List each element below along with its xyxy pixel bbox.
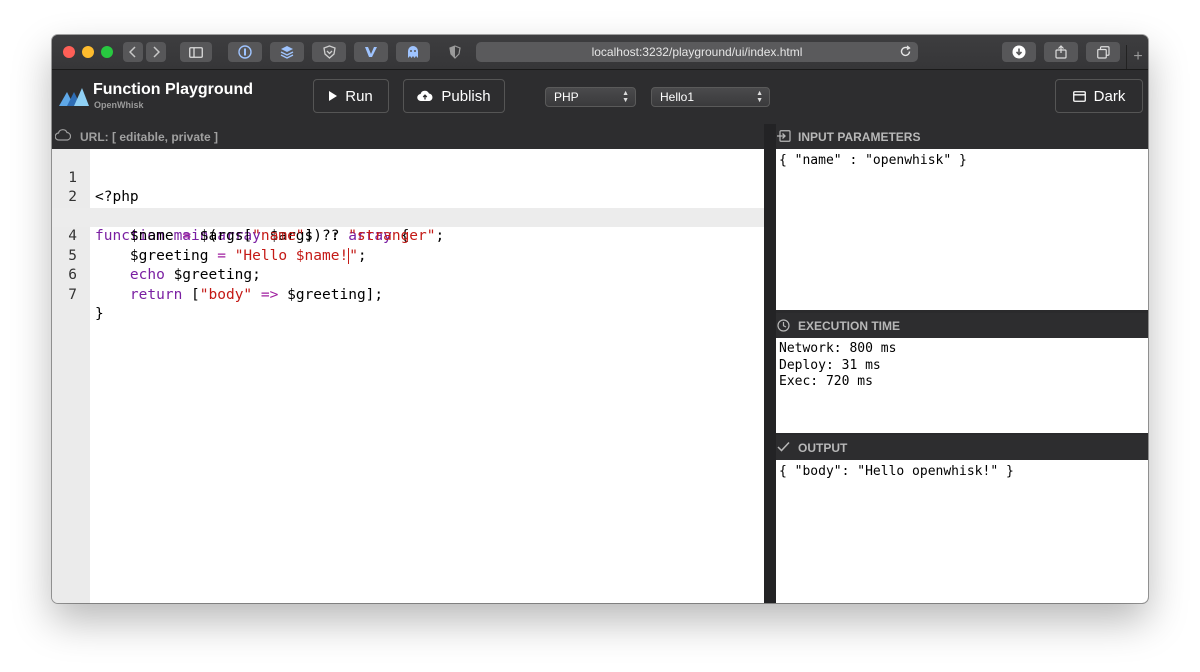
example-select[interactable]: Hello1 ▲ ▼ [651, 87, 770, 107]
network-time: Network: 800 ms [779, 341, 897, 356]
half-shield-icon [449, 45, 461, 59]
ghost-icon [408, 46, 418, 58]
code-line[interactable]: 6 return ["body" => $greeting]; [52, 247, 764, 303]
tab-overview-button[interactable] [1086, 42, 1120, 62]
theme-toggle-button[interactable]: Dark [1055, 79, 1143, 113]
run-label: Run [345, 87, 373, 105]
code-line-active[interactable]: 4 $greeting = "Hello $name!"; [52, 207, 764, 264]
cloud-upload-icon [417, 90, 433, 102]
ghostery-extension-button[interactable] [396, 42, 430, 62]
window-icon [1072, 90, 1086, 102]
line-number: 7 [68, 286, 77, 303]
code-line[interactable]: 2 ▾ function main(array $args) : array { [52, 169, 764, 244]
forward-button[interactable] [146, 42, 166, 62]
sidebar-icon [189, 46, 203, 58]
select-arrows-icon: ▲ ▼ [756, 90, 763, 104]
back-button[interactable] [123, 42, 143, 62]
output-value: { "body": "Hello openwhisk!" } [779, 464, 1014, 479]
new-tab-button[interactable]: + [1126, 45, 1148, 69]
execution-time-title: EXECUTION TIME [798, 319, 901, 333]
example-select-value: Hello1 [660, 90, 695, 104]
share-icon [1055, 45, 1067, 59]
clock-icon [777, 319, 790, 332]
url-label[interactable]: URL: [ editable, private ] [80, 130, 218, 144]
code-line[interactable]: 5 echo $greeting; [52, 227, 764, 284]
input-arrow-icon [777, 130, 791, 142]
layers-icon [280, 46, 294, 59]
output-title: OUTPUT [798, 441, 848, 455]
code-line[interactable]: 3 $name = $args["name"] ?? "stranger"; [52, 188, 764, 245]
reload-icon[interactable] [899, 45, 912, 58]
password-extension-button[interactable] [228, 42, 262, 62]
privacy-button[interactable] [438, 42, 472, 62]
app-header: Function Playground OpenWhisk Run Publis… [52, 70, 1148, 124]
vue-extension-button[interactable] [354, 42, 388, 62]
code-line[interactable]: 7 } [52, 266, 764, 323]
output-panel: { "body": "Hello openwhisk!" } [776, 460, 1148, 603]
browser-window: localhost:3232/playground/ui/index.html … [52, 35, 1148, 603]
address-bar[interactable]: localhost:3232/playground/ui/index.html [476, 42, 918, 62]
play-icon [329, 91, 338, 101]
code-text: return ["body" => $greeting]; [129, 286, 384, 303]
address-url: localhost:3232/playground/ui/index.html [591, 45, 803, 59]
close-window-button[interactable] [63, 46, 75, 58]
code-editor[interactable]: 1 <?php 2 ▾ function main(array $args) :… [52, 149, 764, 603]
downloads-button[interactable] [1002, 42, 1036, 62]
app-subtitle: OpenWhisk [94, 100, 144, 110]
language-select-value: PHP [554, 90, 579, 104]
run-button[interactable]: Run [313, 79, 389, 113]
chevron-right-icon [153, 46, 160, 58]
zoom-window-button[interactable] [101, 46, 113, 58]
pane-splitter[interactable] [764, 124, 776, 603]
execution-time-panel: Network: 800 ms Deploy: 31 ms Exec: 720 … [776, 338, 1148, 433]
publish-button[interactable]: Publish [403, 79, 505, 113]
shield-extension-button[interactable] [312, 42, 346, 62]
password-manager-icon [238, 45, 252, 59]
cloud-icon [55, 129, 71, 141]
shield-icon [322, 45, 336, 59]
exec-time: Exec: 720 ms [779, 374, 873, 389]
language-select[interactable]: PHP ▲ ▼ [545, 87, 636, 107]
v-logo-icon [365, 47, 377, 57]
checkmark-icon [777, 441, 790, 452]
layers-extension-button[interactable] [270, 42, 304, 62]
theme-label: Dark [1093, 87, 1126, 105]
select-arrows-icon: ▲ ▼ [622, 90, 629, 104]
deploy-time: Deploy: 31 ms [779, 357, 881, 373]
openwhisk-logo-icon [59, 88, 89, 106]
code-line[interactable]: 1 <?php [52, 149, 764, 206]
output-header: OUTPUT [776, 435, 1148, 460]
input-parameters-editor[interactable]: { "name" : "openwhisk" } [776, 149, 1148, 310]
input-parameters-title: INPUT PARAMETERS [798, 130, 921, 144]
code-text: } [95, 306, 104, 322]
tabs-icon [1096, 45, 1110, 59]
share-button[interactable] [1044, 42, 1078, 62]
execution-time-header: EXECUTION TIME [776, 313, 1148, 338]
chevron-left-icon [129, 46, 136, 58]
input-parameters-value: { "name" : "openwhisk" } [779, 153, 967, 168]
publish-label: Publish [441, 87, 491, 105]
app-title: Function Playground [93, 81, 253, 98]
editor-url-bar: URL: [ editable, private ] [52, 124, 764, 149]
input-parameters-header: INPUT PARAMETERS [776, 124, 1148, 149]
minimize-window-button[interactable] [82, 46, 94, 58]
download-icon [1012, 45, 1026, 59]
browser-toolbar: localhost:3232/playground/ui/index.html … [52, 35, 1148, 70]
sidebar-toggle-button[interactable] [180, 42, 212, 62]
